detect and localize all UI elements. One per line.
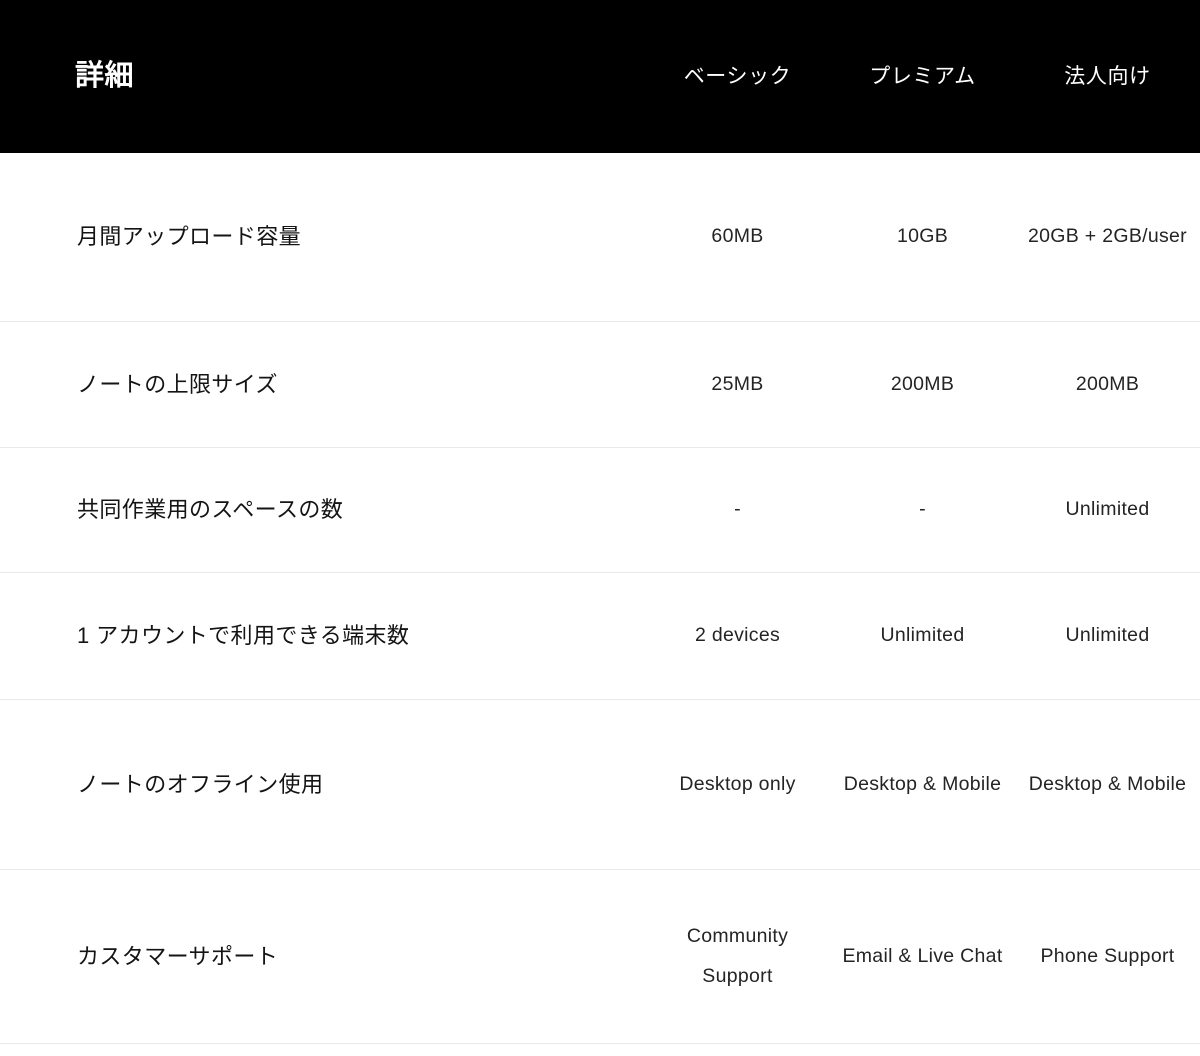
feature-value-text: 2 devices bbox=[694, 624, 781, 647]
feature-value-basic: 60MB bbox=[645, 153, 830, 321]
feature-label: ノートの上限サイズ bbox=[77, 371, 278, 397]
feature-value-business: Desktop & Mobile bbox=[1015, 700, 1200, 869]
feature-value-text: - bbox=[919, 498, 926, 521]
table-row: ノートの上限サイズ 25MB 200MB 200MB bbox=[0, 322, 1200, 448]
feature-value-premium: 200MB bbox=[830, 322, 1015, 447]
feature-value-basic: Community Support bbox=[645, 870, 830, 1043]
feature-value-text: Email & Live Chat bbox=[842, 944, 1003, 967]
feature-value-text: Community Support bbox=[686, 924, 789, 987]
feature-value-premium: Email & Live Chat bbox=[830, 870, 1015, 1043]
feature-value-text: 10GB bbox=[896, 225, 949, 248]
feature-value-text: 20GB + 2GB/user bbox=[1028, 225, 1187, 248]
feature-value-text: Desktop & Mobile bbox=[1028, 772, 1187, 795]
column-header-premium-label: プレミアム bbox=[869, 64, 976, 88]
plan-comparison-table: 詳細 ベーシック プレミアム 法人向け 月間アップロード容量 60MB 10GB… bbox=[0, 0, 1200, 1044]
feature-value-business: Phone Support bbox=[1015, 870, 1200, 1043]
feature-value-text: Desktop only bbox=[679, 772, 796, 795]
table-body: 月間アップロード容量 60MB 10GB 20GB + 2GB/user ノート… bbox=[0, 153, 1200, 1044]
feature-value-text: Phone Support bbox=[1040, 944, 1175, 967]
feature-value-premium: Desktop & Mobile bbox=[830, 700, 1015, 869]
column-header-business[interactable]: 法人向け bbox=[1015, 63, 1200, 90]
feature-value-text: 60MB bbox=[711, 225, 764, 248]
column-header-premium[interactable]: プレミアム bbox=[830, 63, 1015, 90]
feature-value-text: 200MB bbox=[1075, 372, 1140, 395]
feature-label-cell: 1 アカウントで利用できる端末数 bbox=[0, 573, 645, 699]
feature-value-text: - bbox=[734, 498, 741, 521]
feature-value-business: 20GB + 2GB/user bbox=[1015, 153, 1200, 321]
feature-label-cell: 月間アップロード容量 bbox=[0, 153, 645, 321]
feature-value-basic: Desktop only bbox=[645, 700, 830, 869]
feature-label: 共同作業用のスペースの数 bbox=[77, 497, 344, 523]
table-row: カスタマーサポート Community Support Email & Live… bbox=[0, 870, 1200, 1044]
feature-value-premium: - bbox=[830, 448, 1015, 572]
column-header-business-label: 法人向け bbox=[1064, 64, 1151, 88]
feature-label: 1 アカウントで利用できる端末数 bbox=[77, 623, 410, 649]
page-title: 詳細 bbox=[75, 59, 135, 92]
table-row: 1 アカウントで利用できる端末数 2 devices Unlimited Unl… bbox=[0, 573, 1200, 700]
table-row: 共同作業用のスペースの数 - - Unlimited bbox=[0, 448, 1200, 573]
feature-value-basic: 25MB bbox=[645, 322, 830, 447]
feature-value-basic: - bbox=[645, 448, 830, 572]
feature-value-business: 200MB bbox=[1015, 322, 1200, 447]
feature-value-basic: 2 devices bbox=[645, 573, 830, 699]
feature-value-premium: Unlimited bbox=[830, 573, 1015, 699]
feature-value-premium: 10GB bbox=[830, 153, 1015, 321]
table-header-title-cell: 詳細 bbox=[0, 59, 645, 93]
feature-label: カスタマーサポート bbox=[77, 943, 279, 969]
feature-label-cell: ノートの上限サイズ bbox=[0, 322, 645, 447]
feature-label-cell: 共同作業用のスペースの数 bbox=[0, 448, 645, 572]
column-header-basic[interactable]: ベーシック bbox=[645, 63, 830, 90]
table-header-row: 詳細 ベーシック プレミアム 法人向け bbox=[0, 0, 1200, 153]
feature-label: ノートのオフライン使用 bbox=[77, 771, 324, 797]
table-row: ノートのオフライン使用 Desktop only Desktop & Mobil… bbox=[0, 700, 1200, 870]
feature-value-business: Unlimited bbox=[1015, 573, 1200, 699]
column-header-basic-label: ベーシック bbox=[683, 64, 792, 88]
feature-label: 月間アップロード容量 bbox=[77, 224, 302, 250]
feature-value-text: 200MB bbox=[890, 372, 955, 395]
feature-label-cell: ノートのオフライン使用 bbox=[0, 700, 645, 869]
feature-value-text: 25MB bbox=[711, 372, 764, 395]
feature-value-text: Desktop & Mobile bbox=[843, 772, 1002, 795]
table-row: 月間アップロード容量 60MB 10GB 20GB + 2GB/user bbox=[0, 153, 1200, 322]
feature-value-business: Unlimited bbox=[1015, 448, 1200, 572]
feature-value-text: Unlimited bbox=[1065, 624, 1150, 647]
feature-label-cell: カスタマーサポート bbox=[0, 870, 645, 1043]
feature-value-text: Unlimited bbox=[880, 624, 965, 647]
feature-value-text: Unlimited bbox=[1065, 498, 1150, 521]
